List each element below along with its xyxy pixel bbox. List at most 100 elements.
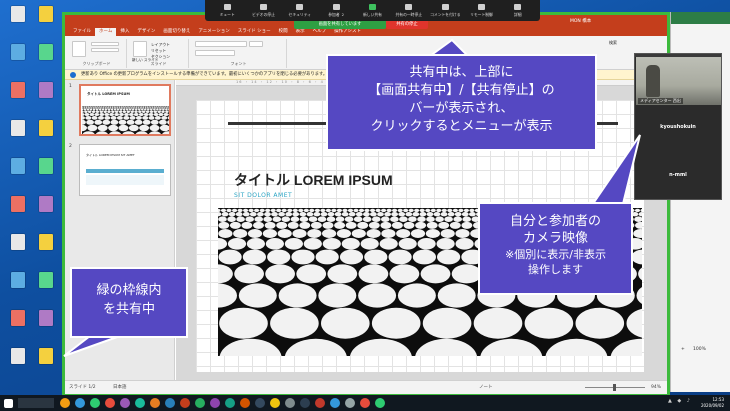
- tab-slideshow[interactable]: スライド ショー: [234, 28, 275, 36]
- pattern-dot: [142, 116, 149, 120]
- slide-title[interactable]: タイトル LOREM IPSUM: [234, 170, 393, 190]
- tab-file[interactable]: ファイル: [69, 28, 95, 36]
- taskbar-app-icon[interactable]: [255, 398, 265, 408]
- tab-view[interactable]: 表示: [292, 28, 309, 36]
- taskbar-app-icon[interactable]: [270, 398, 280, 408]
- desktop-icon[interactable]: [6, 158, 30, 182]
- copy-button[interactable]: [91, 48, 119, 52]
- thumbnail-slide-1[interactable]: タイトル LOREM IPSUM: [79, 84, 171, 136]
- thumbnail-slide-2[interactable]: タイトル LOREM IPSUM SIT AMET: [79, 144, 171, 196]
- paste-button[interactable]: [72, 41, 86, 57]
- tab-insert[interactable]: 挿入: [116, 28, 133, 36]
- clock[interactable]: 12:53 2020/09/02: [701, 397, 724, 408]
- taskbar-search[interactable]: [18, 398, 54, 408]
- pattern-dot: [272, 216, 282, 222]
- taskbar-app-icon[interactable]: [120, 398, 130, 408]
- tab-transitions[interactable]: 画面切り替え: [159, 28, 194, 36]
- pattern-dot: [380, 221, 392, 229]
- desktop-icon[interactable]: [34, 120, 58, 144]
- annotate-button[interactable]: コメントを付ける: [430, 3, 461, 18]
- taskbar-app-icon[interactable]: [210, 398, 220, 408]
- participant-tile-2[interactable]: n-mml: [635, 172, 721, 178]
- taskbar-app-icon[interactable]: [375, 398, 385, 408]
- desktop-icon[interactable]: [6, 234, 30, 258]
- font-style-buttons[interactable]: [195, 50, 235, 56]
- taskbar-app-icon[interactable]: [195, 398, 205, 408]
- language-indicator[interactable]: 日本語: [113, 381, 127, 394]
- desktop-icon[interactable]: [6, 82, 30, 106]
- taskbar-app-icon[interactable]: [90, 398, 100, 408]
- new-slide-button[interactable]: [133, 41, 147, 57]
- participant-tile-1[interactable]: kyoushokuin: [635, 124, 721, 130]
- more-button[interactable]: 詳細: [503, 3, 533, 18]
- tab-animations[interactable]: アニメーション: [194, 28, 233, 36]
- taskbar-app-icon[interactable]: [135, 398, 145, 408]
- pattern-dot: [129, 116, 136, 120]
- font-name-select[interactable]: [195, 41, 247, 47]
- pattern-dot: [322, 238, 341, 250]
- pattern-dot: [265, 238, 284, 250]
- callout-share-bar: 共有中は、上部に 【画面共有中】/【共有停止】の バーが表示され、 クリックする…: [326, 54, 597, 151]
- desktop-icon[interactable]: [6, 6, 30, 30]
- taskbar-app-icon[interactable]: [345, 398, 355, 408]
- stop-share-button[interactable]: 共有の停止: [386, 21, 428, 29]
- taskbar-app-icon[interactable]: [240, 398, 250, 408]
- taskbar-app-icon[interactable]: [180, 398, 190, 408]
- desktop-icon[interactable]: [34, 44, 58, 68]
- taskbar-app-icon[interactable]: [330, 398, 340, 408]
- taskbar-app-icon[interactable]: [315, 398, 325, 408]
- desktop-icon[interactable]: [6, 120, 30, 144]
- desktop-icon[interactable]: [6, 310, 30, 334]
- desktop-icon[interactable]: [6, 272, 30, 296]
- participants-button[interactable]: 参加者 2: [321, 3, 351, 18]
- taskbar-app-icon[interactable]: [150, 398, 160, 408]
- sharing-indicator-pill[interactable]: 画面を共有しています: [294, 21, 386, 29]
- zoom-slider-knob[interactable]: [613, 384, 616, 391]
- new-share-button[interactable]: 新しい共有: [357, 3, 387, 18]
- participants-icon: [332, 3, 340, 10]
- remote-control-button[interactable]: リモート制御: [466, 3, 496, 18]
- desktop-icon[interactable]: [6, 196, 30, 220]
- notes-button[interactable]: ノート: [479, 381, 493, 394]
- taskbar-app-icon[interactable]: [285, 398, 295, 408]
- zoom-level[interactable]: 94%: [651, 381, 661, 394]
- security-button[interactable]: セキュリティ: [285, 3, 315, 18]
- desktop-icon[interactable]: [34, 272, 58, 296]
- section-button[interactable]: セクション: [151, 54, 170, 60]
- background-zoom-plus[interactable]: +: [681, 347, 685, 352]
- desktop-icon[interactable]: [34, 348, 58, 372]
- desktop-icon[interactable]: [6, 348, 30, 372]
- stop-video-button[interactable]: ビデオの停止: [248, 3, 278, 18]
- taskbar-app-icon[interactable]: [105, 398, 115, 408]
- tab-tell-me[interactable]: 操作アシスト: [330, 28, 365, 36]
- taskbar-app-icon[interactable]: [225, 398, 235, 408]
- taskbar-app-icon[interactable]: [165, 398, 175, 408]
- cut-button[interactable]: [91, 42, 119, 46]
- desktop-icon[interactable]: [34, 196, 58, 220]
- desktop-icon[interactable]: [34, 310, 58, 334]
- system-tray[interactable]: ▲ ◆ ♪: [668, 398, 692, 404]
- tab-review[interactable]: 校閲: [275, 28, 292, 36]
- tab-home[interactable]: ホーム: [95, 28, 117, 36]
- desktop-icon[interactable]: [6, 44, 30, 68]
- slide-subtitle[interactable]: SIT DOLOR AMET: [234, 192, 292, 199]
- camera-feed-self[interactable]: メディアセンター 西出: [636, 57, 721, 105]
- taskbar-app-icon[interactable]: [75, 398, 85, 408]
- pause-share-button[interactable]: 共有の一時停止: [394, 3, 424, 18]
- taskbar-app-icon[interactable]: [360, 398, 370, 408]
- pattern-dot: [133, 113, 139, 116]
- start-windows-icon[interactable]: [4, 398, 13, 408]
- desktop-icon[interactable]: [34, 158, 58, 182]
- desktop-icon[interactable]: [34, 234, 58, 258]
- desktop-icon[interactable]: [34, 82, 58, 106]
- font-size-select[interactable]: [249, 41, 263, 47]
- taskbar-app-icon[interactable]: [60, 398, 70, 408]
- desktop-icon[interactable]: [34, 6, 58, 30]
- mute-button[interactable]: ミュート: [212, 3, 242, 18]
- tab-design[interactable]: デザイン: [133, 28, 159, 36]
- ppt-user-name[interactable]: MON 橋本: [570, 18, 591, 24]
- tab-help[interactable]: ヘルプ: [309, 28, 331, 36]
- pattern-dot: [116, 107, 119, 109]
- taskbar-app-icon[interactable]: [300, 398, 310, 408]
- find-button[interactable]: 検索: [609, 40, 617, 46]
